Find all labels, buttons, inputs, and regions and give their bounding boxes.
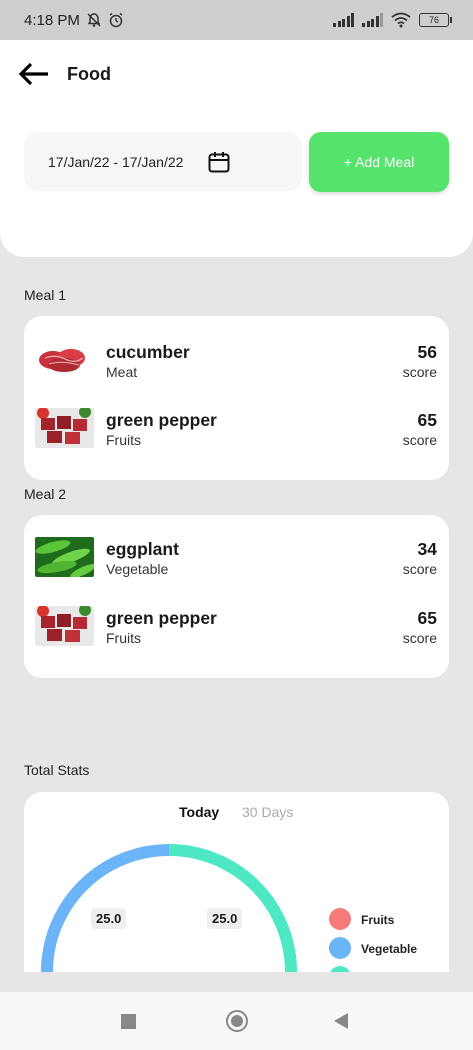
back-nav-icon[interactable] — [334, 1013, 348, 1029]
food-name: green pepper — [106, 410, 217, 430]
meal-1-label: Meal 1 — [24, 287, 67, 303]
battery-level: 76 — [428, 15, 439, 25]
food-score-label: score — [402, 561, 437, 577]
add-meal-button[interactable]: + Add Meal — [309, 132, 449, 192]
food-category: Fruits — [106, 432, 141, 448]
meal-2-label: Meal 2 — [24, 486, 67, 502]
food-score: 56 — [417, 342, 437, 362]
system-nav-bar — [0, 992, 473, 1050]
beef-cubes-photo — [35, 408, 94, 448]
signal-1-icon — [333, 13, 354, 27]
calendar-icon[interactable] — [207, 150, 231, 174]
food-score: 34 — [417, 539, 437, 559]
food-score: 65 — [417, 410, 437, 430]
alarm-icon — [109, 12, 123, 28]
legend-swatch — [329, 937, 351, 959]
food-category: Vegetable — [106, 561, 169, 577]
recents-icon[interactable] — [121, 1014, 136, 1029]
legend-label: Fruits — [361, 913, 395, 927]
food-category: Meat — [106, 364, 138, 380]
list-item[interactable]: cucumber Meat 56 score — [24, 340, 449, 390]
home-icon[interactable] — [226, 1010, 248, 1032]
food-score-label: score — [402, 432, 437, 448]
food-score: 65 — [417, 608, 437, 628]
food-name: green pepper — [106, 608, 217, 628]
food-name: cucumber — [106, 342, 190, 362]
chart-data-label: 25.0 — [207, 908, 243, 929]
page-title: Food — [67, 64, 111, 84]
status-time: 4:18 PM — [24, 11, 80, 29]
beef-cubes-photo — [35, 606, 94, 646]
total-stats-label: Total Stats — [24, 762, 90, 778]
list-item[interactable]: eggplant Vegetable 34 score — [24, 537, 449, 587]
list-item[interactable]: green pepper Fruits 65 score — [24, 606, 449, 656]
signal-2-icon — [362, 13, 383, 27]
date-range-text: 17/Jan/22 - 17/Jan/22 — [48, 153, 184, 170]
status-bar: 4:18 PM 76 — [0, 0, 473, 40]
date-range-picker[interactable]: 17/Jan/22 - 17/Jan/22 — [24, 132, 302, 191]
food-score-label: score — [402, 364, 437, 380]
legend-label: Vegetable — [361, 942, 418, 956]
bell-off-icon — [87, 13, 101, 27]
green-peas-photo — [35, 537, 94, 577]
list-item[interactable]: green pepper Fruits 65 score — [24, 408, 449, 458]
meat-photo — [35, 340, 94, 380]
legend-swatch — [329, 966, 351, 972]
food-score-label: score — [402, 630, 437, 646]
food-category: Fruits — [106, 630, 141, 646]
stats-card: Today 30 Days 25.0 25.0 Fruits Vegetable — [24, 792, 449, 972]
meal-1-card: cucumber Meat 56 score green pepper Frui… — [24, 316, 449, 480]
meal-2-card: eggplant Vegetable 34 score green pepper… — [24, 515, 449, 678]
wifi-icon — [391, 12, 411, 28]
battery-icon: 76 — [419, 13, 452, 27]
chart-data-label: 25.0 — [91, 908, 127, 929]
legend-swatch — [329, 908, 351, 930]
food-name: eggplant — [106, 539, 179, 559]
back-arrow-icon[interactable] — [18, 60, 50, 88]
donut-chart — [41, 844, 297, 972]
